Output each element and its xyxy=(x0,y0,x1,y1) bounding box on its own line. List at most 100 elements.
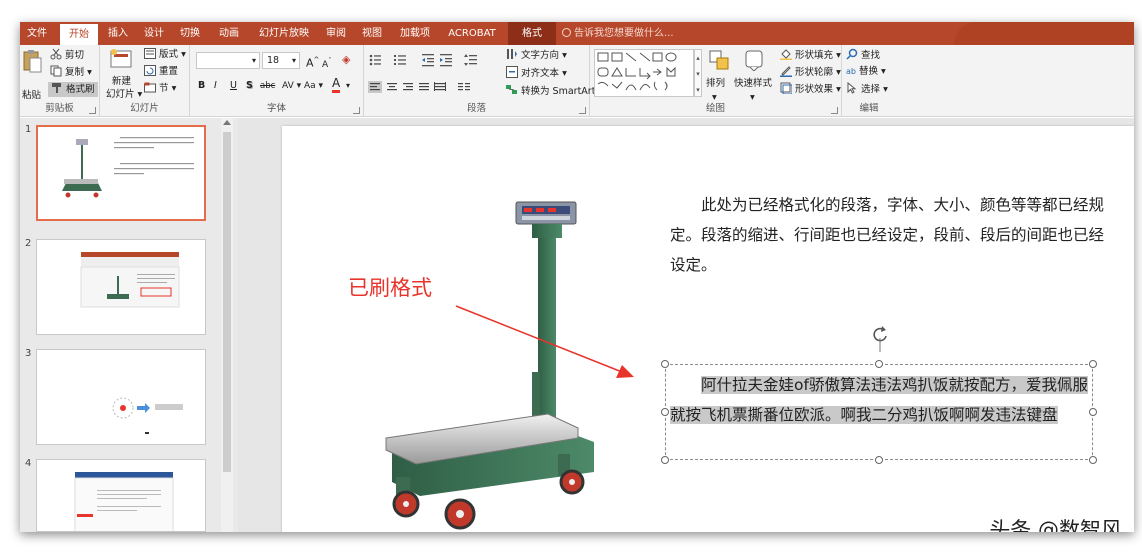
tab-view[interactable]: 视图 xyxy=(356,22,388,45)
section-button[interactable]: 节 ▾ xyxy=(144,82,176,96)
shape-effects-button[interactable]: 形状效果 ▾ xyxy=(780,82,841,97)
layout-button[interactable]: 版式 ▾ xyxy=(144,48,186,62)
resize-handle-bottom[interactable] xyxy=(875,456,883,464)
arrange-button[interactable] xyxy=(708,49,730,74)
shapes-gallery[interactable] xyxy=(594,49,694,97)
quick-styles-icon xyxy=(745,50,763,71)
slide-thumbnail-1[interactable] xyxy=(36,125,206,221)
resize-handle-top-left[interactable] xyxy=(661,360,669,368)
char-spacing-button[interactable]: AV ▾ xyxy=(282,79,301,93)
current-slide[interactable]: 已刷格式 此处为已经格式化的段落，字体、大小、颜色等等都已经规定。段落的缩进、行… xyxy=(282,126,1134,532)
paragraph-launcher[interactable] xyxy=(579,107,586,114)
shapes-icon xyxy=(597,52,677,91)
slide-thumbnail-2[interactable] xyxy=(36,239,206,335)
tab-transitions[interactable]: 切换 xyxy=(174,22,206,45)
smartart-label: 转换为 SmartArt xyxy=(521,86,596,97)
font-color-dropdown[interactable]: ▾ xyxy=(346,79,350,93)
copy-button[interactable]: 复制 ▾ xyxy=(50,65,92,80)
align-center-icon xyxy=(387,83,397,91)
clear-format-button[interactable]: ◈ xyxy=(342,53,350,67)
strikethrough-button[interactable]: abc xyxy=(260,79,275,93)
painted-paragraph[interactable]: 阿什拉夫金娃of骄傲算法违法鸡扒饭就按配方，爱我佩服就按飞机票撕番位欧派。啊我二… xyxy=(670,370,1090,430)
tab-file[interactable]: 文件 xyxy=(20,22,54,45)
shape-fill-button[interactable]: 形状填充 ▾ xyxy=(780,48,841,63)
chevron-down-icon: ▾ xyxy=(346,81,351,90)
tab-slideshow[interactable]: 幻灯片放映 xyxy=(252,22,316,45)
shape-outline-button[interactable]: 形状轮廓 ▾ xyxy=(780,65,841,80)
tab-addins[interactable]: 加载项 xyxy=(394,22,436,45)
text-direction-label: 文字方向 xyxy=(521,50,560,61)
font-color-button[interactable]: A xyxy=(332,76,341,93)
tab-home[interactable]: 开始 xyxy=(60,24,98,45)
font-color-icon: A xyxy=(332,76,341,90)
paragraph-align-row xyxy=(368,81,470,93)
formatted-paragraph[interactable]: 此处为已经格式化的段落，字体、大小、颜色等等都已经规定。段落的缩进、行间距也已经… xyxy=(670,190,1118,280)
text-direction-icon xyxy=(507,49,517,59)
section-label: 节 xyxy=(159,83,169,94)
slide-thumbnail-4[interactable] xyxy=(36,459,206,532)
shrink-font-button[interactable]: Aˇ xyxy=(322,54,332,72)
scrollbar-thumb[interactable] xyxy=(223,132,231,472)
italic-button[interactable]: I xyxy=(214,79,217,93)
tab-animations[interactable]: 动画 xyxy=(212,22,246,45)
shape-outline-label: 形状轮廓 xyxy=(795,67,834,78)
rotate-handle-icon[interactable] xyxy=(870,324,890,352)
shadow-button[interactable]: S xyxy=(246,79,253,93)
resize-handle-bottom-left[interactable] xyxy=(661,456,669,464)
bold-button[interactable]: B xyxy=(198,79,205,93)
slide-number: 4 xyxy=(25,458,32,469)
thumbnail-scrollbar[interactable] xyxy=(221,118,233,532)
text-direction-button[interactable]: 文字方向 ▾ xyxy=(506,48,567,63)
ribbon-tabs: 文件 开始 插入 设计 切换 动画 幻灯片放映 审阅 视图 加载项 ACROBA… xyxy=(20,22,1134,45)
resize-handle-left[interactable] xyxy=(661,408,669,416)
format-painter-button[interactable]: 格式刷 xyxy=(48,82,98,97)
cut-button[interactable]: 剪切 xyxy=(50,48,84,63)
pen-icon xyxy=(780,66,792,77)
quick-styles-button[interactable] xyxy=(742,49,766,74)
resize-handle-right[interactable] xyxy=(1089,408,1097,416)
tab-insert[interactable]: 插入 xyxy=(102,22,134,45)
underline-button[interactable]: U xyxy=(230,79,237,93)
ribbon: 粘贴 剪切 复制 ▾ 格式刷 剪贴板 新建 幻灯片 ▾ 版式 ▾ 重置 节 ▾ … xyxy=(20,45,1134,117)
resize-handle-top[interactable] xyxy=(875,360,883,368)
find-button[interactable]: 查找 xyxy=(846,48,880,63)
tell-me-search[interactable]: 告诉我您想要做什么... xyxy=(562,22,674,45)
tab-design[interactable]: 设计 xyxy=(138,22,170,45)
reset-button[interactable]: 重置 xyxy=(144,65,178,79)
reset-icon xyxy=(144,65,156,76)
font-name-dropdown[interactable]: ▾ xyxy=(196,52,260,69)
slide-thumbnail-pane: 1 2 3 4 xyxy=(20,118,238,532)
numbering-icon xyxy=(394,55,406,65)
select-button[interactable]: 选择 ▾ xyxy=(846,82,888,97)
resize-handle-top-right[interactable] xyxy=(1089,360,1097,368)
paste-icon xyxy=(23,50,42,73)
tab-review[interactable]: 审阅 xyxy=(320,22,352,45)
align-text-icon xyxy=(506,66,518,78)
scroll-up-icon[interactable] xyxy=(223,120,231,125)
slide-thumbnail-3[interactable] xyxy=(36,349,206,445)
group-font: ▾ 18 ▾ A^ Aˇ ◈ B I U S abc AV ▾ Aa ▾ A ▾ … xyxy=(190,45,364,117)
slide-1-preview xyxy=(62,137,194,198)
clipboard-launcher[interactable] xyxy=(89,107,96,114)
watermark-text: 头条 @数智风 xyxy=(989,518,1122,532)
replace-button[interactable]: ab 替换 ▾ xyxy=(846,65,886,79)
slide-2-preview xyxy=(80,252,180,308)
change-case-icon: Aa xyxy=(304,81,316,91)
cut-label: 剪切 xyxy=(65,50,85,61)
change-case-button[interactable]: Aa ▾ xyxy=(304,79,323,93)
tab-acrobat[interactable]: ACROBAT xyxy=(444,22,500,45)
resize-handle-bottom-right[interactable] xyxy=(1089,456,1097,464)
chevron-down-icon: ▾ xyxy=(251,56,256,65)
drawing-launcher[interactable] xyxy=(831,107,838,114)
quick-styles-label-text: 快速样式 xyxy=(734,78,773,89)
smartart-button[interactable]: 转换为 SmartArt ▾ xyxy=(506,84,603,99)
shapes-gallery-scroll[interactable]: ▴ ▾ ▾ xyxy=(694,49,702,97)
clipboard-group-label: 剪贴板 xyxy=(45,103,74,114)
grow-font-button[interactable]: A^ xyxy=(306,53,319,71)
tab-format[interactable]: 格式 xyxy=(508,22,556,45)
font-launcher[interactable] xyxy=(353,107,360,114)
new-slide-button[interactable] xyxy=(110,49,132,72)
align-text-button[interactable]: 对齐文本 ▾ xyxy=(506,66,567,81)
font-size-dropdown[interactable]: 18 ▾ xyxy=(262,52,300,69)
paste-button[interactable] xyxy=(22,49,44,87)
